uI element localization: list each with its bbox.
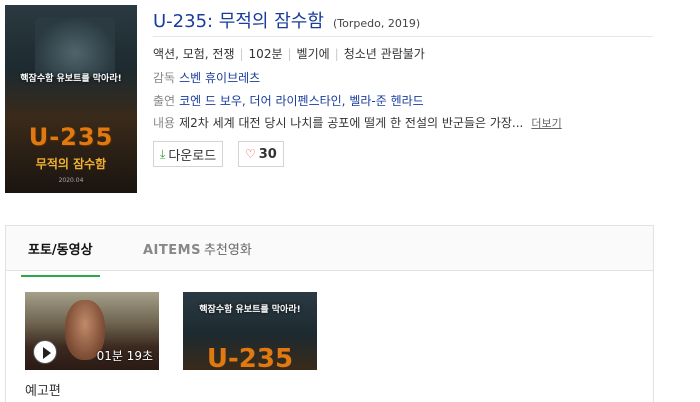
country: 벨기에 [296, 47, 330, 61]
tab-aitems-recommend[interactable]: AITEMS 추천영화 [143, 239, 252, 258]
movie-title[interactable]: U-235: 무적의 잠수함 [153, 11, 324, 32]
plot-row: 내용 제2차 세계 대전 당시 나치를 공포에 떨게 한 전설의 반군들은 가장.… [153, 115, 562, 132]
thumb-big-title: U-235 [206, 344, 294, 370]
genres: 액션, 모험, 전쟁 [153, 47, 235, 61]
poster-tagline: 핵잠수함 유보트를 막아라! [20, 74, 122, 84]
plot-label: 내용 [153, 116, 176, 130]
cast-row: 출연 코엔 드 보우, 더어 라이펜스타인, 벨라-준 헨라드 [153, 93, 424, 109]
poster-small-title: 무적의 잠수함 [35, 157, 107, 171]
more-link[interactable]: 더보기 [531, 117, 561, 130]
submarine-image [35, 17, 115, 77]
cast-label: 출연 [153, 94, 176, 108]
like-count: 30 [258, 146, 277, 162]
cast-link[interactable]: 코엔 드 보우, 더어 라이펜스타인, 벨라-준 헨라드 [179, 94, 424, 108]
plot-text: 제2차 세계 대전 당시 나치를 공포에 떨게 한 전설의 반군들은 가장... [179, 116, 524, 130]
download-arrow-icon: ⤓ [160, 146, 166, 161]
media-tabs: 포토/동영상 AITEMS 추천영화 [6, 226, 653, 277]
title-divider [153, 36, 653, 37]
movie-info-row: 액션, 모험, 전쟁 | 102분 | 벨기에 | 청소년 관람불가 [153, 47, 425, 61]
age-rating: 청소년 관람불가 [343, 47, 425, 61]
download-label: 다운로드 [168, 148, 217, 164]
aitems-label: 추천영화 [203, 243, 252, 258]
original-title: (Torpedo, 2019) [333, 17, 421, 30]
download-button[interactable]: ⤓ 다운로드 [153, 141, 224, 167]
movie-poster[interactable]: 핵잠수함 유보트를 막아라! U-235 무적의 잠수함 2020.04 [5, 5, 137, 193]
director-row: 감독 스벤 휴이브레츠 [153, 70, 260, 86]
poster-thumbnail[interactable]: 핵잠수함 유보트를 막아라! U-235 [183, 292, 317, 370]
like-button[interactable]: ♡ 30 [238, 141, 284, 167]
poster-date: 2020.04 [58, 177, 84, 184]
runtime: 102분 [248, 47, 283, 61]
poster-big-title: U-235 [28, 123, 114, 151]
director-link[interactable]: 스벤 휴이브레츠 [179, 71, 260, 85]
trailer-thumbnail[interactable]: 01분 19초 [25, 292, 159, 370]
thumb-tagline: 핵잠수함 유보트를 막아라! [199, 305, 301, 315]
trailer-caption: 예고편 [25, 384, 61, 399]
heart-icon: ♡ [245, 147, 256, 161]
trailer-duration: 01분 19초 [96, 349, 153, 363]
title-row: U-235: 무적의 잠수함 (Torpedo, 2019) [153, 7, 420, 33]
tab-photo-video[interactable]: 포토/동영상 [21, 239, 100, 277]
director-label: 감독 [153, 71, 176, 85]
play-icon[interactable] [33, 340, 57, 364]
aitems-logo: AITEMS [143, 243, 201, 258]
